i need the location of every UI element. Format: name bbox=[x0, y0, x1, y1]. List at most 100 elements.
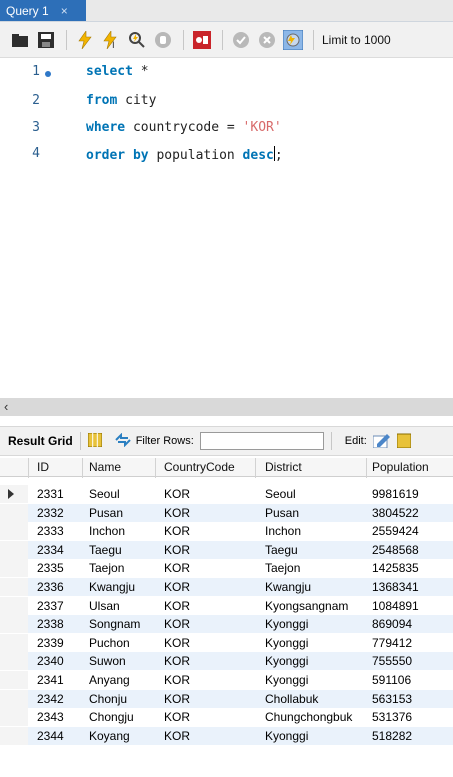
row-selector[interactable] bbox=[0, 522, 28, 541]
cell-name[interactable]: Anyang bbox=[89, 673, 130, 687]
row-selector[interactable] bbox=[0, 633, 28, 652]
cell-population[interactable]: 518282 bbox=[372, 729, 412, 743]
row-selector[interactable] bbox=[0, 596, 28, 615]
cell-countrycode[interactable]: KOR bbox=[164, 543, 190, 557]
cell-id[interactable]: 2341 bbox=[37, 673, 64, 687]
cell-name[interactable]: Puchon bbox=[89, 636, 130, 650]
tab-query-1[interactable]: Query 1 × bbox=[0, 0, 86, 21]
cell-id[interactable]: 2339 bbox=[37, 636, 64, 650]
row-selector[interactable] bbox=[0, 689, 28, 708]
cell-countrycode[interactable]: KOR bbox=[164, 654, 190, 668]
close-icon[interactable]: × bbox=[61, 4, 68, 18]
edit-cell-icon[interactable] bbox=[372, 432, 391, 451]
code-line-2[interactable]: from city bbox=[86, 93, 156, 108]
cell-countrycode[interactable]: KOR bbox=[164, 506, 190, 520]
cell-district[interactable]: Kyonggi bbox=[265, 617, 308, 631]
cell-district[interactable]: Pusan bbox=[265, 506, 299, 520]
table-row[interactable]: 2344 Koyang KOR Kyonggi 518282 bbox=[0, 726, 453, 745]
table-row[interactable]: 2340 Suwon KOR Kyonggi 755550 bbox=[0, 652, 453, 671]
cell-countrycode[interactable]: KOR bbox=[164, 487, 190, 501]
cell-countrycode[interactable]: KOR bbox=[164, 561, 190, 575]
row-selector[interactable] bbox=[0, 615, 28, 634]
table-row[interactable]: 2338 Songnam KOR Kyonggi 869094 bbox=[0, 615, 453, 634]
row-selector[interactable] bbox=[0, 726, 28, 745]
cell-district[interactable]: Kyonggi bbox=[265, 636, 308, 650]
cell-district[interactable]: Inchon bbox=[265, 524, 301, 538]
cell-population[interactable]: 869094 bbox=[372, 617, 412, 631]
refresh-icon[interactable] bbox=[114, 432, 132, 450]
row-selector[interactable] bbox=[0, 708, 28, 727]
commit-icon[interactable] bbox=[231, 30, 251, 50]
cell-population[interactable]: 9981619 bbox=[372, 487, 419, 501]
table-row[interactable]: 2342 Chonju KOR Chollabuk 563153 bbox=[0, 689, 453, 708]
cell-population[interactable]: 1084891 bbox=[372, 599, 419, 613]
cell-name[interactable]: Songnam bbox=[89, 617, 140, 631]
cell-name[interactable]: Ulsan bbox=[89, 599, 120, 613]
code-line-1[interactable]: select * bbox=[86, 64, 149, 79]
autocommit-icon[interactable] bbox=[283, 29, 303, 50]
save-icon[interactable] bbox=[36, 30, 56, 50]
cell-id[interactable]: 2343 bbox=[37, 710, 64, 724]
limit-rows-select[interactable]: Limit to 1000 bbox=[322, 33, 391, 47]
cell-countrycode[interactable]: KOR bbox=[164, 729, 190, 743]
open-folder-icon[interactable] bbox=[10, 30, 30, 50]
cell-countrycode[interactable]: KOR bbox=[164, 617, 190, 631]
table-row[interactable]: 2343 Chongju KOR Chungchongbuk 531376 bbox=[0, 708, 453, 727]
cell-name[interactable]: Taegu bbox=[89, 543, 122, 557]
cell-countrycode[interactable]: KOR bbox=[164, 580, 190, 594]
cell-district[interactable]: Seoul bbox=[265, 487, 296, 501]
cell-id[interactable]: 2331 bbox=[37, 487, 64, 501]
stop-icon[interactable] bbox=[153, 30, 173, 50]
cell-name[interactable]: Kwangju bbox=[89, 580, 135, 594]
cell-name[interactable]: Chonju bbox=[89, 692, 127, 706]
table-row[interactable]: 2334 Taegu KOR Taegu 2548568 bbox=[0, 540, 453, 559]
column-header-population[interactable]: Population bbox=[372, 460, 429, 474]
cell-name[interactable]: Inchon bbox=[89, 524, 125, 538]
table-row[interactable]: 2333 Inchon KOR Inchon 2559424 bbox=[0, 522, 453, 541]
table-row[interactable]: 2337 Ulsan KOR Kyongsangnam 1084891 bbox=[0, 596, 453, 615]
row-selector[interactable] bbox=[0, 559, 28, 578]
column-header-district[interactable]: District bbox=[265, 460, 302, 474]
cell-name[interactable]: Chongju bbox=[89, 710, 134, 724]
cell-population[interactable]: 779412 bbox=[372, 636, 412, 650]
grid-layout-icon[interactable] bbox=[87, 432, 103, 450]
row-selector[interactable] bbox=[0, 671, 28, 689]
column-header-name[interactable]: Name bbox=[89, 460, 121, 474]
row-selector[interactable] bbox=[0, 578, 28, 596]
code-line-3[interactable]: where countrycode = 'KOR' bbox=[86, 120, 282, 135]
cell-population[interactable]: 755550 bbox=[372, 654, 412, 668]
cell-countrycode[interactable]: KOR bbox=[164, 599, 190, 613]
editor-horizontal-scrollbar[interactable]: ‹ bbox=[0, 398, 453, 416]
cell-district[interactable]: Kyongsangnam bbox=[265, 599, 348, 613]
cell-countrycode[interactable]: KOR bbox=[164, 524, 190, 538]
rollback-icon[interactable] bbox=[257, 30, 277, 50]
code-line-4[interactable]: order by population desc; bbox=[86, 146, 283, 163]
row-selector[interactable] bbox=[0, 503, 28, 522]
cell-id[interactable]: 2336 bbox=[37, 580, 64, 594]
column-header-id[interactable]: ID bbox=[37, 460, 49, 474]
row-selector[interactable] bbox=[0, 485, 28, 503]
cell-id[interactable]: 2338 bbox=[37, 617, 64, 631]
cell-population[interactable]: 2559424 bbox=[372, 524, 419, 538]
cell-countrycode[interactable]: KOR bbox=[164, 692, 190, 706]
table-row[interactable]: 2336 Kwangju KOR Kwangju 1368341 bbox=[0, 578, 453, 596]
cell-name[interactable]: Pusan bbox=[89, 506, 123, 520]
cell-id[interactable]: 2342 bbox=[37, 692, 64, 706]
table-row[interactable]: 2331 Seoul KOR Seoul 9981619 bbox=[0, 485, 453, 503]
cell-id[interactable]: 2340 bbox=[37, 654, 64, 668]
cell-name[interactable]: Seoul bbox=[89, 487, 120, 501]
cell-name[interactable]: Taejon bbox=[89, 561, 124, 575]
cell-district[interactable]: Taegu bbox=[265, 543, 298, 557]
cell-id[interactable]: 2334 bbox=[37, 543, 64, 557]
cell-district[interactable]: Kwangju bbox=[265, 580, 311, 594]
execute-icon[interactable] bbox=[75, 30, 95, 50]
cell-district[interactable]: Taejon bbox=[265, 561, 300, 575]
cell-population[interactable]: 531376 bbox=[372, 710, 412, 724]
cell-population[interactable]: 3804522 bbox=[372, 506, 419, 520]
cell-population[interactable]: 591106 bbox=[372, 673, 411, 687]
cell-id[interactable]: 2344 bbox=[37, 729, 64, 743]
cell-countrycode[interactable]: KOR bbox=[164, 673, 190, 687]
cell-district[interactable]: Chungchongbuk bbox=[265, 710, 352, 724]
cell-district[interactable]: Kyonggi bbox=[265, 673, 308, 687]
row-selector[interactable] bbox=[0, 652, 28, 671]
